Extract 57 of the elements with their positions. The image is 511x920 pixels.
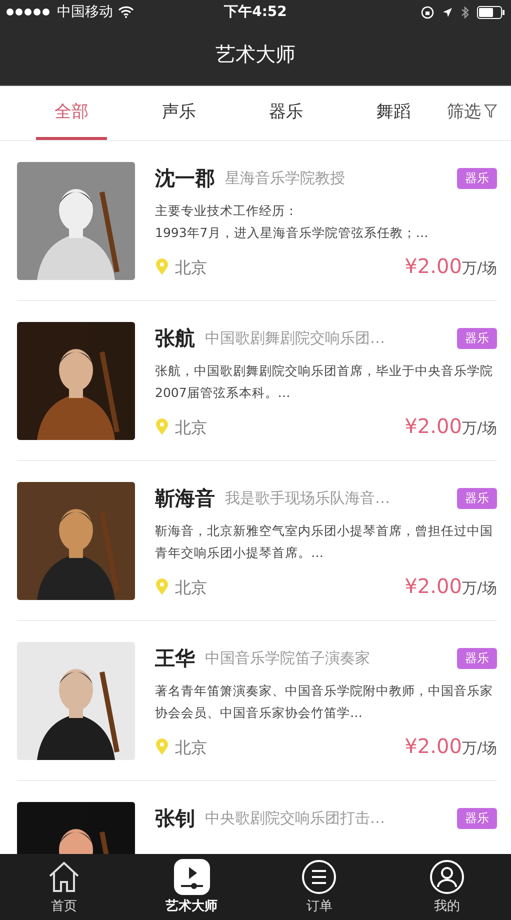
location-text: 北京	[175, 258, 207, 279]
bottom-tab[interactable]: 首页	[8, 854, 119, 920]
play-icon	[174, 859, 210, 895]
bottom-tab[interactable]: 我的	[392, 854, 502, 920]
artist-name: 张钊	[155, 804, 195, 832]
category-tag: 器乐	[457, 168, 497, 188]
artist-title: 中央歌剧院交响乐团打击…	[205, 808, 386, 828]
artist-name: 靳海音	[155, 484, 215, 512]
bottom-tab[interactable]: 艺术大师	[136, 854, 247, 920]
location-text: 北京	[175, 418, 207, 439]
location-text: 北京	[175, 578, 207, 599]
category-tag: 器乐	[457, 488, 497, 508]
artist-description: 著名青年笛箫演奏家、中国音乐学院附中教师，中国音乐家协会会员、中国音乐家协会竹笛学…	[155, 682, 494, 722]
menu-icon	[301, 859, 338, 895]
location-arrow-icon	[442, 6, 453, 18]
page-title: 艺术大师	[216, 41, 296, 68]
rotation-lock-icon	[421, 6, 434, 18]
category-tag: 器乐	[457, 808, 497, 828]
category-tab[interactable]: 器乐	[250, 86, 322, 140]
filter-button[interactable]: 筛选	[447, 86, 497, 140]
price-unit: 万/场	[462, 739, 497, 758]
category-tab[interactable]: 声乐	[143, 86, 214, 140]
wifi-icon	[118, 6, 134, 18]
price-unit: 万/场	[462, 419, 497, 438]
price-amount: ¥2.00	[404, 414, 462, 438]
price-amount: ¥2.00	[404, 574, 462, 598]
location-pin-icon	[155, 738, 169, 756]
price-unit: 万/场	[462, 259, 497, 278]
artist-description: 靳海音，北京新雅空气室内乐团小提琴首席，曾担任过中国青年交响乐团小提琴首席。…	[155, 522, 494, 562]
artist-description: 主要专业技术工作经历： 1993年7月，进入星海音乐学院管弦系任教；…	[155, 202, 430, 242]
bluetooth-icon	[461, 6, 469, 18]
artist-name: 张航	[155, 324, 195, 352]
category-tag: 器乐	[457, 328, 497, 348]
category-tab[interactable]: 全部	[36, 86, 108, 140]
category-tab[interactable]: 舞蹈	[358, 86, 429, 140]
battery-icon	[477, 6, 505, 18]
location-pin-icon	[155, 418, 169, 436]
signal-icon	[6, 8, 52, 16]
filter-icon	[484, 104, 497, 119]
bottom-tab[interactable]: 订单	[264, 854, 374, 920]
location-text: 北京	[175, 738, 207, 759]
price-amount: ¥2.00	[404, 734, 462, 758]
user-icon	[429, 859, 466, 895]
artist-description: 张航，中国歌剧舞剧院交响乐团首席，毕业于中央音乐学院2007届管弦系本科。…	[155, 362, 494, 402]
carrier-name: 中国移动	[57, 3, 113, 21]
category-tag: 器乐	[457, 648, 497, 668]
artist-name: 王华	[155, 644, 195, 672]
price-amount: ¥2.00	[404, 254, 462, 278]
clock-time: 下午4:52	[223, 3, 288, 21]
price-unit: 万/场	[462, 579, 497, 598]
artist-title: 中国歌剧舞剧院交响乐团…	[205, 328, 386, 348]
artist-title: 中国音乐学院笛子演奏家	[205, 648, 371, 668]
location-pin-icon	[155, 578, 169, 596]
artist-title: 我是歌手现场乐队海音…	[225, 488, 391, 508]
location-pin-icon	[155, 258, 169, 276]
artist-title: 星海音乐学院教授	[225, 168, 346, 188]
artist-name: 沈一郡	[155, 164, 215, 192]
